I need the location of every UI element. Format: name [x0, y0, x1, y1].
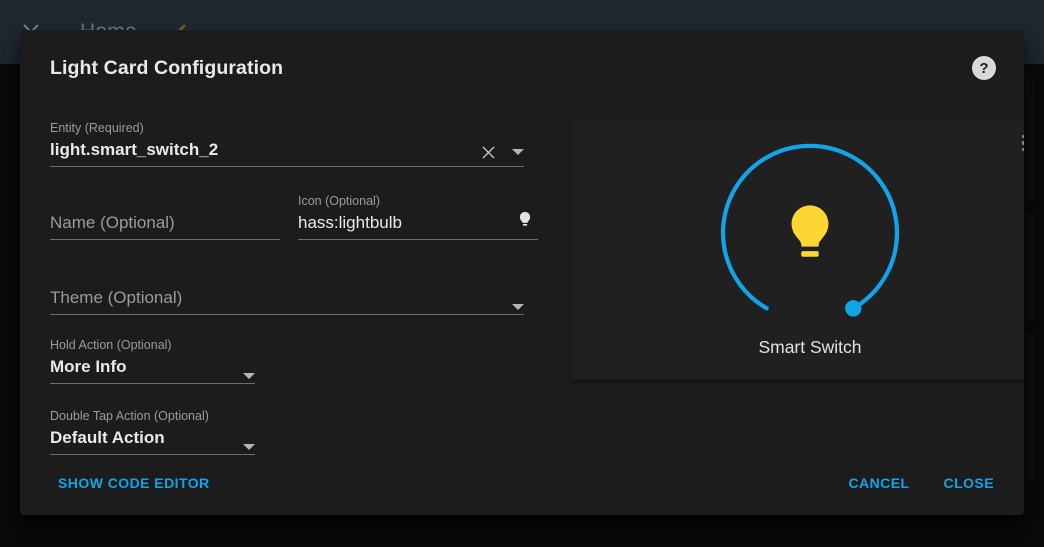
entity-field-label: Entity (Required)	[50, 121, 144, 135]
help-icon[interactable]: ?	[972, 56, 996, 80]
hold-action-field-affix	[243, 373, 255, 379]
lightbulb-icon	[514, 208, 536, 237]
entity-field-value: light.smart_switch_2	[50, 140, 219, 159]
config-form: Entity (Required) light.smart_switch_2 N…	[50, 106, 550, 455]
light-card-configuration-dialog: Light Card Configuration ? Entity (Requi…	[20, 30, 1024, 515]
cancel-button[interactable]: CANCEL	[840, 467, 917, 499]
entity-field[interactable]: Entity (Required) light.smart_switch_2	[50, 120, 524, 167]
double-tap-action-field-affix	[243, 444, 255, 450]
double-tap-action-field-label: Double Tap Action (Optional)	[50, 409, 209, 423]
app-root: Home Light Card Configuration ? Entity (…	[0, 0, 1044, 547]
double-tap-action-field[interactable]: Double Tap Action (Optional) Default Act…	[50, 408, 255, 455]
dialog-footer: SHOW CODE EDITOR CANCEL CLOSE	[20, 451, 1024, 515]
show-code-editor-button[interactable]: SHOW CODE EDITOR	[50, 467, 218, 499]
double-tap-action-field-value: Default Action	[50, 428, 165, 447]
theme-dropdown-chevron-down-icon[interactable]	[512, 304, 524, 310]
dialog-header: Light Card Configuration ?	[20, 30, 1024, 106]
entity-field-affix	[478, 142, 524, 162]
footer-actions: CANCEL CLOSE	[840, 467, 1002, 499]
card-preview-column: Smart Switch	[550, 106, 1024, 451]
hold-action-dropdown-chevron-down-icon[interactable]	[243, 373, 255, 379]
light-brightness-dial[interactable]	[710, 136, 910, 336]
entity-dropdown-chevron-down-icon[interactable]	[512, 149, 524, 155]
clear-entity-icon[interactable]	[478, 142, 498, 162]
preview-entity-name: Smart Switch	[758, 337, 862, 357]
close-button[interactable]: CLOSE	[936, 467, 1002, 499]
name-field-placeholder: Name (Optional)	[50, 213, 175, 232]
theme-field[interactable]: Theme (Optional) Theme (Optional)	[50, 268, 524, 315]
icon-field-value: hass:lightbulb	[298, 213, 402, 232]
dialog-body: Entity (Required) light.smart_switch_2 N…	[20, 106, 1024, 455]
hold-action-field-value: More Info	[50, 357, 127, 376]
page-title: Light Card Configuration	[50, 56, 284, 79]
icon-field-label: Icon (Optional)	[298, 194, 380, 208]
name-field[interactable]: Name (Optional) Name (Optional)	[50, 193, 280, 240]
hold-action-field-label: Hold Action (Optional)	[50, 338, 172, 352]
more-vert-icon[interactable]	[1013, 130, 1024, 156]
light-card-preview[interactable]: Smart Switch	[572, 120, 1024, 380]
theme-field-placeholder: Theme (Optional)	[50, 288, 183, 307]
hold-action-field[interactable]: Hold Action (Optional) More Info	[50, 337, 255, 384]
icon-field[interactable]: Icon (Optional) hass:lightbulb	[298, 193, 538, 240]
double-tap-action-dropdown-chevron-down-icon[interactable]	[243, 444, 255, 450]
theme-field-affix	[512, 304, 524, 310]
